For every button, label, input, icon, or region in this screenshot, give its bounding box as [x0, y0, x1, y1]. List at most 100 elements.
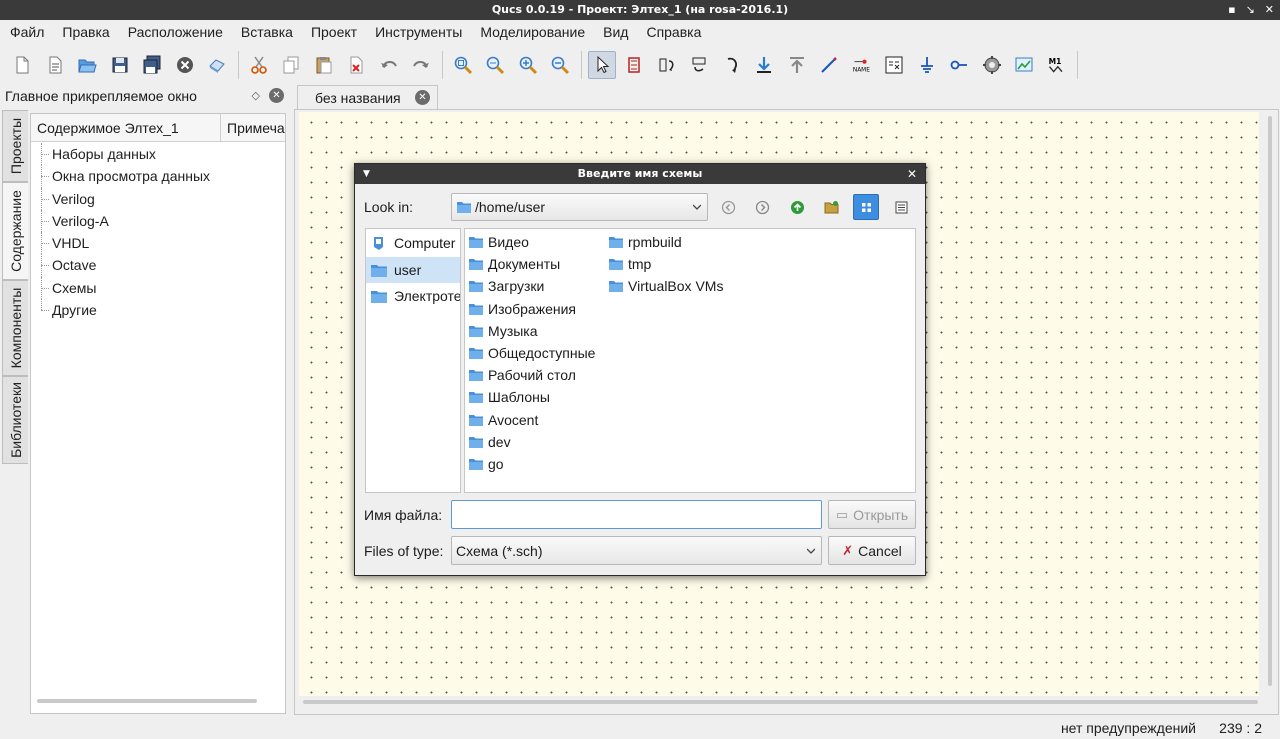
canvas-horizontal-scrollbar[interactable] [303, 700, 1258, 704]
tree-item-schematics[interactable]: Схемы [31, 276, 285, 300]
open-icon[interactable] [73, 51, 101, 79]
file-item[interactable]: tmp [606, 253, 723, 275]
file-item[interactable]: Документы [466, 253, 595, 275]
save-icon[interactable] [106, 51, 134, 79]
select-icon[interactable] [587, 51, 616, 79]
marker-icon[interactable]: M1 [1043, 51, 1071, 79]
menu-file[interactable]: Файл [1, 20, 53, 45]
dialog-close-icon[interactable]: ✕ [907, 164, 917, 184]
ground-icon[interactable] [913, 51, 941, 79]
equation-icon[interactable] [880, 51, 908, 79]
tab-contents[interactable]: Содержание [2, 182, 28, 280]
label-icon[interactable]: NAME [848, 51, 876, 79]
menu-insert[interactable]: Вставка [232, 20, 302, 45]
tab-untitled[interactable]: без названия ✕ [297, 85, 438, 109]
detail-view-button[interactable] [888, 194, 914, 220]
tab-contents-label: Содержание [7, 190, 24, 272]
close-window-button[interactable]: ✕ [1265, 0, 1274, 20]
parent-directory-button[interactable] [784, 194, 810, 220]
look-in-combo[interactable]: /home/user [451, 193, 708, 221]
marker-text: M1 [1048, 57, 1061, 66]
place-computer[interactable]: Computer [366, 230, 460, 257]
file-item[interactable]: Видео [466, 231, 595, 253]
mirror-x-icon[interactable] [653, 51, 681, 79]
place-user[interactable]: user [366, 256, 460, 283]
rotate-icon[interactable] [718, 51, 746, 79]
go-into-icon[interactable] [750, 51, 778, 79]
paste-icon[interactable] [310, 51, 338, 79]
menu-simulation[interactable]: Моделирование [471, 20, 594, 45]
zoom-fit-icon[interactable] [449, 51, 477, 79]
icon-view-button[interactable] [853, 194, 879, 220]
menu-edit[interactable]: Правка [53, 20, 118, 45]
forward-button[interactable] [749, 194, 775, 220]
tree-item-vhdl[interactable]: VHDL [31, 232, 285, 255]
display-icon[interactable] [1010, 51, 1038, 79]
simulate-icon[interactable] [978, 51, 1006, 79]
zoom-in-icon[interactable] [514, 51, 542, 79]
component-icon[interactable] [620, 51, 648, 79]
toolbar-separator [441, 51, 443, 79]
tree-item-verilog[interactable]: Verilog [31, 187, 285, 211]
save-all-icon[interactable] [138, 51, 166, 79]
file-item[interactable]: Изображения [466, 298, 595, 320]
port-icon[interactable] [945, 51, 973, 79]
tree-column-contents[interactable]: Содержимое Элтех_1 [31, 114, 221, 141]
tree-item-octave[interactable]: Octave [31, 254, 285, 278]
tab-components[interactable]: Компоненты [2, 280, 28, 376]
tree-column-notes[interactable]: Примечания [221, 114, 285, 141]
file-item-label: Видео [488, 234, 529, 251]
canvas-vertical-scrollbar[interactable] [1268, 116, 1272, 686]
file-item[interactable]: rpmbuild [606, 231, 723, 253]
delete-icon[interactable] [342, 51, 370, 79]
tab-close-icon[interactable]: ✕ [415, 90, 430, 105]
file-item[interactable]: Рабочий стол [466, 364, 595, 386]
close-icon[interactable] [171, 51, 199, 79]
dock-float-icon[interactable]: ◇ [252, 89, 260, 102]
tab-libraries[interactable]: Библиотеки [2, 376, 28, 464]
place-electrical[interactable]: Электротехника [366, 283, 460, 310]
tree-horizontal-scrollbar[interactable] [37, 699, 257, 703]
tree-header: Содержимое Элтех_1 Примечания [31, 114, 285, 142]
copy-icon[interactable] [277, 51, 305, 79]
filetype-combo[interactable]: Схема (*.sch) [451, 536, 822, 565]
wire-icon[interactable] [815, 51, 843, 79]
new-folder-button[interactable] [818, 194, 844, 220]
tree-item-datasets[interactable]: Наборы данных [31, 143, 285, 166]
new-file-icon[interactable] [8, 51, 36, 79]
zoom-out-icon[interactable] [546, 51, 574, 79]
file-item[interactable]: go [466, 453, 595, 475]
tab-projects[interactable]: Проекты [2, 110, 28, 182]
file-item[interactable]: Avocent [466, 409, 595, 431]
mirror-y-icon[interactable] [685, 51, 713, 79]
dock-close-icon[interactable]: ✕ [269, 88, 284, 103]
print-icon[interactable] [203, 51, 231, 79]
menu-positioning[interactable]: Расположение [119, 20, 232, 45]
undo-icon[interactable] [375, 51, 403, 79]
open-button[interactable]: ▭ Открыть [828, 500, 916, 529]
menu-help[interactable]: Справка [637, 20, 710, 45]
filename-input[interactable] [451, 500, 822, 529]
maximize-button[interactable]: ↘ [1246, 0, 1255, 20]
back-button[interactable] [715, 194, 741, 220]
menu-tools[interactable]: Инструменты [366, 20, 471, 45]
go-up-icon[interactable] [783, 51, 811, 79]
minimize-button[interactable]: ▪ [1228, 0, 1235, 20]
cancel-button[interactable]: ✗ Cancel [828, 536, 916, 565]
tree-item-verilog-a[interactable]: Verilog-A [31, 209, 285, 233]
redo-icon[interactable] [407, 51, 435, 79]
menu-view[interactable]: Вид [594, 20, 637, 45]
file-item[interactable]: Музыка [466, 320, 595, 342]
tree-item-data-displays[interactable]: Окна просмотра данных [31, 165, 285, 188]
file-item[interactable]: VirtualBox VMs [606, 275, 723, 297]
file-item[interactable]: dev [466, 431, 595, 453]
menu-project[interactable]: Проект [302, 20, 366, 45]
file-item[interactable]: Загрузки [466, 275, 595, 297]
file-item[interactable]: Шаблоны [466, 386, 595, 408]
zoom-select-icon[interactable] [481, 51, 509, 79]
file-item[interactable]: Общедоступные [466, 342, 595, 364]
cut-icon[interactable] [245, 51, 273, 79]
dialog-menu-icon[interactable]: ▼ [363, 164, 370, 184]
tree-item-others[interactable]: Другие [31, 299, 285, 321]
new-text-icon[interactable] [41, 51, 69, 79]
